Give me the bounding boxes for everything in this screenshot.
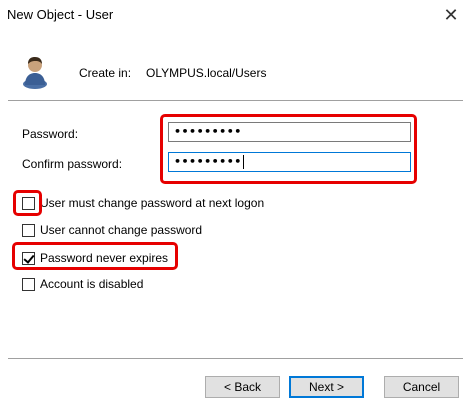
option-account-disabled[interactable]: Account is disabled — [22, 277, 143, 291]
separator — [8, 358, 463, 360]
checkbox[interactable] — [22, 277, 35, 291]
highlight-password-fields — [160, 114, 417, 184]
window-title: New Object - User — [7, 7, 114, 22]
user-icon — [23, 57, 47, 89]
separator — [8, 100, 463, 102]
next-button[interactable]: Next > — [289, 376, 364, 398]
dialog-body — [0, 30, 472, 406]
option-must-change-password[interactable]: User must change password at next logon — [22, 196, 264, 210]
option-cannot-change-password[interactable]: User cannot change password — [22, 223, 202, 237]
back-button[interactable]: < Back — [205, 376, 280, 398]
cancel-button[interactable]: Cancel — [384, 376, 459, 398]
option-label: User must change password at next logon — [40, 196, 265, 210]
option-label: Account is disabled — [40, 277, 144, 291]
confirm-password-label: Confirm password: — [22, 157, 123, 171]
title-bar: New Object - User ✕ — [0, 0, 472, 30]
create-in-path: OLYMPUS.local/Users — [146, 66, 267, 80]
password-label: Password: — [22, 127, 79, 141]
highlight-never-expires — [12, 242, 178, 270]
highlight-must-change-checkbox — [13, 190, 42, 216]
checkbox[interactable] — [22, 223, 35, 237]
close-icon[interactable]: ✕ — [436, 2, 466, 28]
create-in-label: Create in: — [79, 66, 132, 80]
option-label: User cannot change password — [40, 223, 203, 237]
